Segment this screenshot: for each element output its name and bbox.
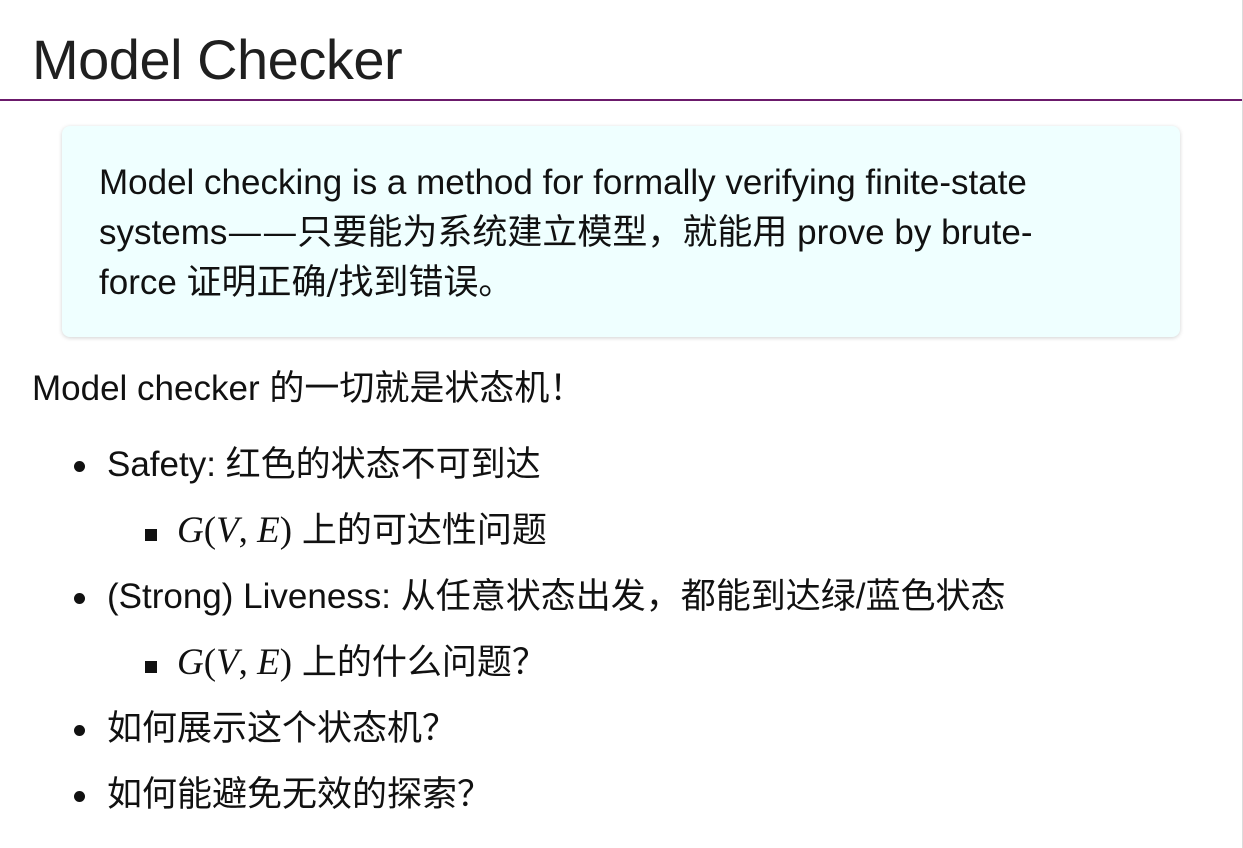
list-item: 如何能避免无效的探索？ bbox=[0, 770, 1242, 836]
list-item-avoid-exploration: 如何能避免无效的探索？ bbox=[107, 775, 493, 814]
list-subitem: G(V, E) 上的可达性问题 bbox=[0, 506, 1242, 572]
definition-callout: Model checking is a method for formally … bbox=[62, 126, 1180, 337]
page-title: Model Checker bbox=[32, 28, 403, 91]
square-bullet-icon bbox=[145, 529, 157, 541]
title-divider bbox=[0, 99, 1242, 101]
callout-line-1: Model checking is a method for formally … bbox=[99, 163, 1027, 202]
disc-bullet-icon bbox=[74, 461, 85, 472]
callout-line-2-tail: prove by brute- bbox=[787, 213, 1033, 252]
callout-line-3-en: force bbox=[99, 263, 187, 302]
list-item-liveness: (Strong) Liveness: 从任意状态出发，都能到达绿/蓝色状态 bbox=[107, 577, 1006, 616]
list-item: Safety: 红色的状态不可到达 bbox=[0, 440, 1242, 506]
list-item-visualize: 如何展示这个状态机？ bbox=[107, 709, 458, 748]
list-subitem: G(V, E) 上的什么问题？ bbox=[0, 638, 1242, 704]
list-item: (Strong) Liveness: 从任意状态出发，都能到达绿/蓝色状态 bbox=[0, 572, 1242, 638]
lead-paragraph: Model checker 的一切就是状态机！ bbox=[32, 369, 585, 408]
callout-line-3-cjk: 证明正确/找到错误。 bbox=[186, 263, 514, 303]
list-subitem-reachability: G(V, E) 上的可达性问题 bbox=[177, 510, 547, 551]
list-subitem-what-problem: G(V, E) 上的什么问题？ bbox=[177, 642, 547, 683]
slide: Model Checker Model checking is a method… bbox=[0, 0, 1243, 848]
list-item-safety: Safety: 红色的状态不可到达 bbox=[107, 445, 541, 484]
callout-text: Model checking is a method for formally … bbox=[99, 158, 1150, 308]
callout-line-2-cjk: ——只要能为系统建立模型，就能用 bbox=[227, 213, 788, 253]
bullet-list: Safety: 红色的状态不可到达 G(V, E) 上的可达性问题 (Stron… bbox=[0, 440, 1242, 836]
callout-line-2-en: systems bbox=[99, 213, 228, 252]
graph-formula: G(V, E) bbox=[177, 510, 293, 551]
square-bullet-icon bbox=[145, 661, 157, 673]
disc-bullet-icon bbox=[74, 593, 85, 604]
list-item: 如何展示这个状态机？ bbox=[0, 704, 1242, 770]
disc-bullet-icon bbox=[74, 725, 85, 736]
disc-bullet-icon bbox=[74, 791, 85, 802]
graph-formula: G(V, E) bbox=[177, 642, 293, 683]
